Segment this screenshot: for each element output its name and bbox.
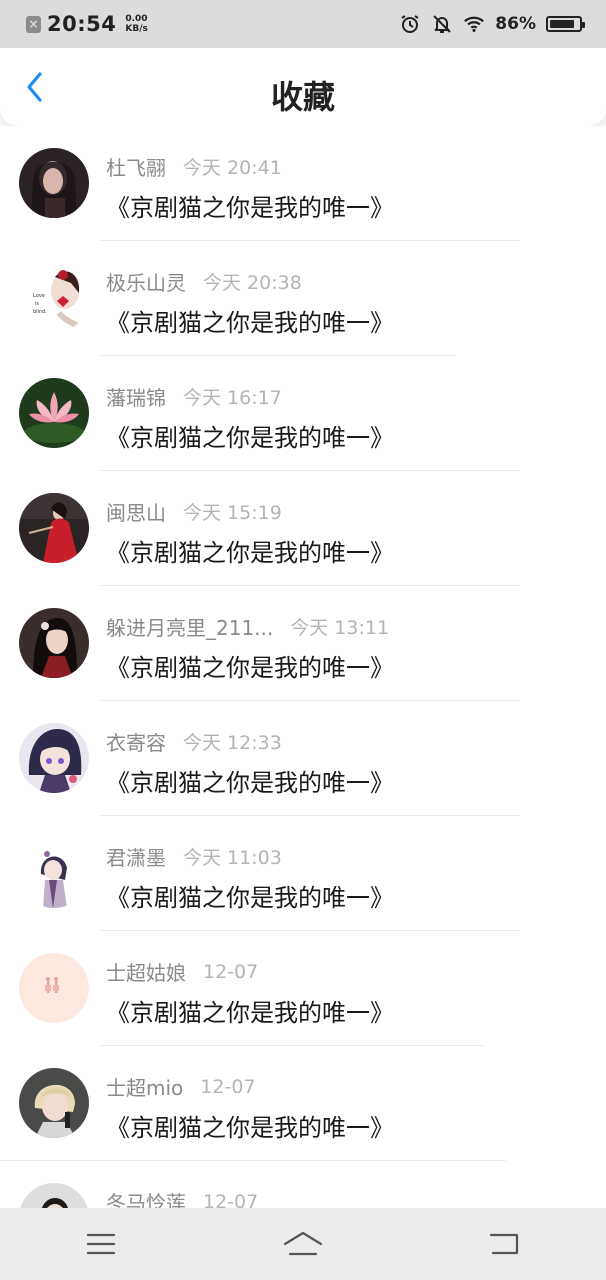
menu-button[interactable] — [71, 1224, 131, 1264]
favorite-title[interactable]: 《京剧猫之你是我的唯一》 — [106, 648, 394, 683]
bell-off-icon — [431, 13, 453, 35]
status-time: 20:54 — [47, 12, 117, 36]
list-item[interactable]: 衣寄容 今天 12:33 《京剧猫之你是我的唯一》 — [0, 701, 606, 816]
avatar[interactable] — [19, 378, 89, 448]
user-name[interactable]: 士超mio — [106, 1072, 183, 1101]
list-item[interactable]: 藩瑞锦 今天 16:17 《京剧猫之你是我的唯一》 — [0, 356, 606, 471]
timestamp: 今天 13:11 — [290, 617, 390, 639]
app-header: 收藏 — [0, 48, 606, 126]
favorite-title[interactable]: 《京剧猫之你是我的唯一》 — [106, 1108, 394, 1143]
timestamp: 今天 16:17 — [183, 387, 282, 409]
user-name[interactable]: 躲进月亮里_211... — [106, 612, 273, 641]
list-item[interactable]: 士超mio 12-07 《京剧猫之你是我的唯一》 — [0, 1046, 606, 1161]
favorite-title[interactable]: 《京剧猫之你是我的唯一》 — [106, 878, 394, 913]
avatar[interactable] — [19, 953, 89, 1023]
timestamp: 今天 11:03 — [183, 847, 282, 869]
favorites-list[interactable]: 杜飞翮 今天 20:41 《京剧猫之你是我的唯一》 Love is blind. 极… — [0, 126, 606, 1208]
list-item[interactable]: 躲进月亮里_211... 今天 13:11 《京剧猫之你是我的唯一》 — [0, 586, 606, 701]
user-name[interactable]: 藩瑞锦 — [106, 382, 166, 411]
avatar[interactable] — [19, 838, 89, 908]
user-name[interactable]: 闽思山 — [106, 497, 166, 526]
list-item[interactable]: 君潇墨 今天 11:03 《京剧猫之你是我的唯一》 — [0, 816, 606, 931]
page-title: 收藏 — [270, 78, 335, 116]
timestamp: 今天 15:19 — [183, 502, 282, 524]
avatar[interactable] — [19, 608, 89, 678]
battery-icon — [546, 16, 585, 32]
avatar[interactable]: Love is blind. — [19, 263, 89, 333]
timestamp: 12-07 — [203, 960, 259, 983]
user-name[interactable]: 士超姑娘 — [106, 957, 186, 986]
svg-text:is: is — [35, 301, 39, 307]
network-speed-value: 0.00 — [125, 14, 148, 24]
avatar[interactable] — [19, 1068, 89, 1138]
svg-text:blind.: blind. — [33, 309, 47, 315]
status-bar: × 20:54 0.00 KB/s 86% — [0, 0, 606, 48]
favorite-title[interactable]: 《京剧猫之你是我的唯一》 — [106, 188, 394, 223]
avatar[interactable] — [19, 493, 89, 563]
network-speed-unit: KB/s — [125, 24, 148, 34]
timestamp: 今天 20:38 — [203, 272, 302, 294]
home-icon — [283, 1231, 323, 1256]
list-item[interactable]: 杜飞翮 今天 20:41 《京剧猫之你是我的唯一》 — [0, 126, 606, 241]
user-name[interactable]: 冬马怜莲 — [106, 1187, 186, 1208]
timestamp: 12-07 — [200, 1075, 256, 1098]
system-nav-bar — [0, 1208, 606, 1280]
user-name[interactable]: 极乐山灵 — [106, 267, 186, 296]
network-speed: 0.00 KB/s — [125, 14, 147, 34]
timestamp: 今天 20:41 — [183, 157, 282, 179]
favorite-title[interactable]: 《京剧猫之你是我的唯一》 — [106, 763, 394, 798]
list-item[interactable]: 冬马怜莲 12-07 — [0, 1161, 606, 1208]
list-item[interactable]: 士超姑娘 12-07 《京剧猫之你是我的唯一》 — [0, 931, 606, 1046]
svg-text:Love: Love — [33, 293, 45, 299]
wifi-icon — [463, 13, 485, 35]
back-nav-button[interactable] — [475, 1224, 535, 1264]
list-item[interactable]: Love is blind. 极乐山灵 今天 20:38 《京剧猫之你是我的唯一》 — [0, 241, 606, 356]
favorite-title[interactable]: 《京剧猫之你是我的唯一》 — [106, 993, 394, 1028]
notification-icon: × — [26, 15, 41, 33]
back-icon — [489, 1233, 519, 1255]
timestamp: 12-07 — [203, 1190, 259, 1209]
menu-icon — [86, 1233, 116, 1255]
alarm-icon — [399, 13, 421, 35]
user-name[interactable]: 君潇墨 — [106, 842, 166, 871]
battery-percent: 86% — [495, 14, 536, 34]
favorite-title[interactable]: 《京剧猫之你是我的唯一》 — [106, 418, 394, 453]
list-item[interactable]: 闽思山 今天 15:19 《京剧猫之你是我的唯一》 — [0, 471, 606, 586]
user-name[interactable]: 杜飞翮 — [106, 152, 166, 181]
battery-level-fill — [550, 20, 574, 28]
avatar[interactable] — [19, 1183, 89, 1208]
home-button[interactable] — [273, 1224, 333, 1264]
avatar[interactable] — [19, 148, 89, 218]
user-name[interactable]: 衣寄容 — [106, 727, 166, 756]
avatar[interactable] — [19, 723, 89, 793]
favorite-title[interactable]: 《京剧猫之你是我的唯一》 — [106, 303, 394, 338]
timestamp: 今天 12:33 — [183, 732, 282, 754]
favorite-title[interactable]: 《京剧猫之你是我的唯一》 — [106, 533, 394, 568]
